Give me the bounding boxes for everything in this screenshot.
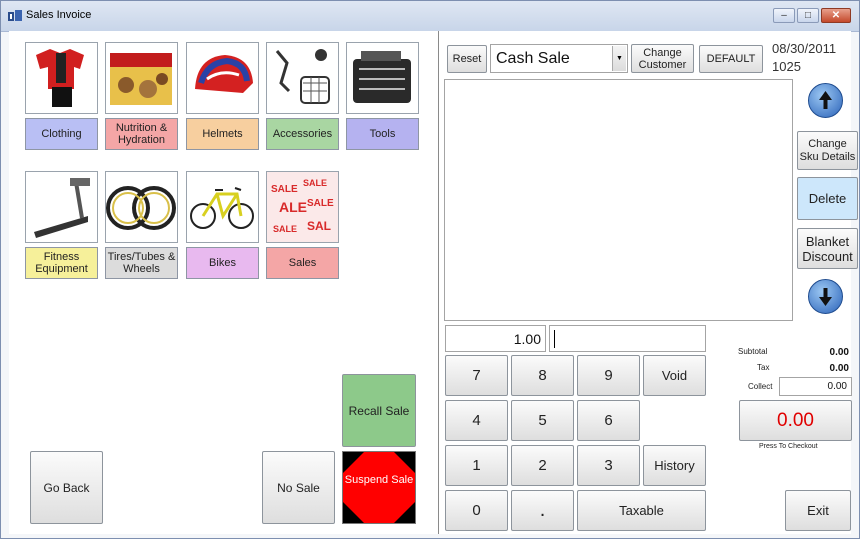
sales-image: SALE SALE ALE SALE SALE SAL <box>266 171 339 243</box>
svg-text:SALE: SALE <box>307 198 334 209</box>
svg-text:SALE: SALE <box>303 178 327 188</box>
scroll-up-button[interactable] <box>808 83 843 118</box>
svg-text:SALE: SALE <box>271 184 298 195</box>
tools-image <box>346 42 419 114</box>
maximize-icon: □ <box>804 10 812 21</box>
blanket-discount-button[interactable]: Blanket Discount <box>797 228 858 269</box>
invoice-date: 08/30/2011 <box>772 41 837 56</box>
subtotal-label: Subtotal <box>738 347 768 356</box>
bikes-image <box>186 171 259 243</box>
category-bikes[interactable]: Bikes <box>186 171 261 279</box>
tax-label: Tax <box>757 363 770 372</box>
category-label: Sales <box>266 247 339 279</box>
title-bar: Sales Invoice – □ ✕ <box>1 1 859 32</box>
default-button[interactable]: DEFAULT <box>699 45 763 73</box>
text-cursor <box>554 330 555 348</box>
taxable-button[interactable]: Taxable <box>577 490 706 531</box>
category-label: Fitness Equipment <box>25 247 98 279</box>
key-9[interactable]: 9 <box>577 355 640 396</box>
collect-field[interactable]: 0.00 <box>779 377 852 396</box>
key-6[interactable]: 6 <box>577 400 640 441</box>
change-customer-button[interactable]: Change Customer <box>631 44 694 73</box>
subtotal-value: 0.00 <box>829 347 849 358</box>
category-tools[interactable]: Tools <box>346 42 421 150</box>
svg-text:SAL: SAL <box>307 219 331 233</box>
close-icon: ✕ <box>831 10 841 21</box>
category-tires[interactable]: Tires/Tubes & Wheels <box>105 171 180 279</box>
dropdown-arrow-icon[interactable]: ▼ <box>612 46 626 71</box>
category-label: Tools <box>346 118 419 150</box>
panel-divider <box>438 31 439 534</box>
category-label: Helmets <box>186 118 259 150</box>
delete-button[interactable]: Delete <box>797 177 858 220</box>
svg-text:ALE: ALE <box>279 199 307 215</box>
accessories-image <box>266 42 339 114</box>
clothing-image <box>25 42 98 114</box>
go-back-button[interactable]: Go Back <box>30 451 103 524</box>
helmets-image <box>186 42 259 114</box>
tires-image <box>105 171 178 243</box>
stop-sign-icon <box>343 452 415 523</box>
category-nutrition[interactable]: Nutrition & Hydration <box>105 42 180 150</box>
key-3[interactable]: 3 <box>577 445 640 486</box>
suspend-sale-label: Suspend Sale <box>344 474 414 486</box>
key-7[interactable]: 7 <box>445 355 508 396</box>
reset-button[interactable]: Reset <box>447 45 487 73</box>
no-sale-button[interactable]: No Sale <box>262 451 335 524</box>
line-items-list[interactable] <box>444 79 793 321</box>
quantity-value: 1.00 <box>513 331 541 347</box>
key-2[interactable]: 2 <box>511 445 574 486</box>
category-label: Accessories <box>266 118 339 150</box>
tax-value: 0.00 <box>829 363 849 374</box>
key-1[interactable]: 1 <box>445 445 508 486</box>
category-sales[interactable]: SALE SALE ALE SALE SALE SAL Sales <box>266 171 341 279</box>
customer-value: Cash Sale <box>496 50 570 67</box>
category-label: Tires/Tubes & Wheels <box>105 247 178 279</box>
close-button[interactable]: ✕ <box>821 8 851 23</box>
collect-label: Collect <box>748 382 773 391</box>
category-accessories[interactable]: Accessories <box>266 42 341 150</box>
minimize-button[interactable]: – <box>773 8 795 23</box>
maximize-button[interactable]: □ <box>797 8 819 23</box>
category-label: Bikes <box>186 247 259 279</box>
key-4[interactable]: 4 <box>445 400 508 441</box>
key-5[interactable]: 5 <box>511 400 574 441</box>
invoice-info: 08/30/2011 1025 <box>772 40 836 76</box>
arrow-up-icon <box>819 91 832 109</box>
minimize-icon: – <box>781 10 787 21</box>
category-helmets[interactable]: Helmets <box>186 42 261 150</box>
fitness-image <box>25 171 98 243</box>
category-label: Nutrition & Hydration <box>105 118 178 150</box>
suspend-sale-button[interactable]: Suspend Sale <box>342 451 416 524</box>
key-8[interactable]: 8 <box>511 355 574 396</box>
customer-select[interactable]: Cash Sale ▼ <box>490 44 628 73</box>
exit-button[interactable]: Exit <box>785 490 851 531</box>
nutrition-image <box>105 42 178 114</box>
scroll-down-button[interactable] <box>808 279 843 314</box>
sku-entry-field[interactable] <box>549 325 706 352</box>
recall-sale-button[interactable]: Recall Sale <box>342 374 416 447</box>
checkout-button[interactable]: 0.00 <box>739 400 852 441</box>
category-clothing[interactable]: Clothing <box>25 42 100 150</box>
category-label: Clothing <box>25 118 98 150</box>
quantity-field[interactable]: 1.00 <box>445 325 546 352</box>
app-icon <box>8 10 22 21</box>
key-decimal[interactable]: . <box>511 490 574 531</box>
checkout-hint: Press To Checkout <box>759 443 818 450</box>
collect-value: 0.00 <box>827 381 847 392</box>
window-title: Sales Invoice <box>26 9 92 21</box>
arrow-down-icon <box>819 288 832 306</box>
void-button[interactable]: Void <box>643 355 706 396</box>
category-fitness[interactable]: Fitness Equipment <box>25 171 100 279</box>
key-0[interactable]: 0 <box>445 490 508 531</box>
invoice-number: 1025 <box>772 59 801 74</box>
change-sku-details-button[interactable]: Change Sku Details <box>797 131 858 170</box>
svg-text:SALE: SALE <box>273 224 297 234</box>
history-button[interactable]: History <box>643 445 706 486</box>
